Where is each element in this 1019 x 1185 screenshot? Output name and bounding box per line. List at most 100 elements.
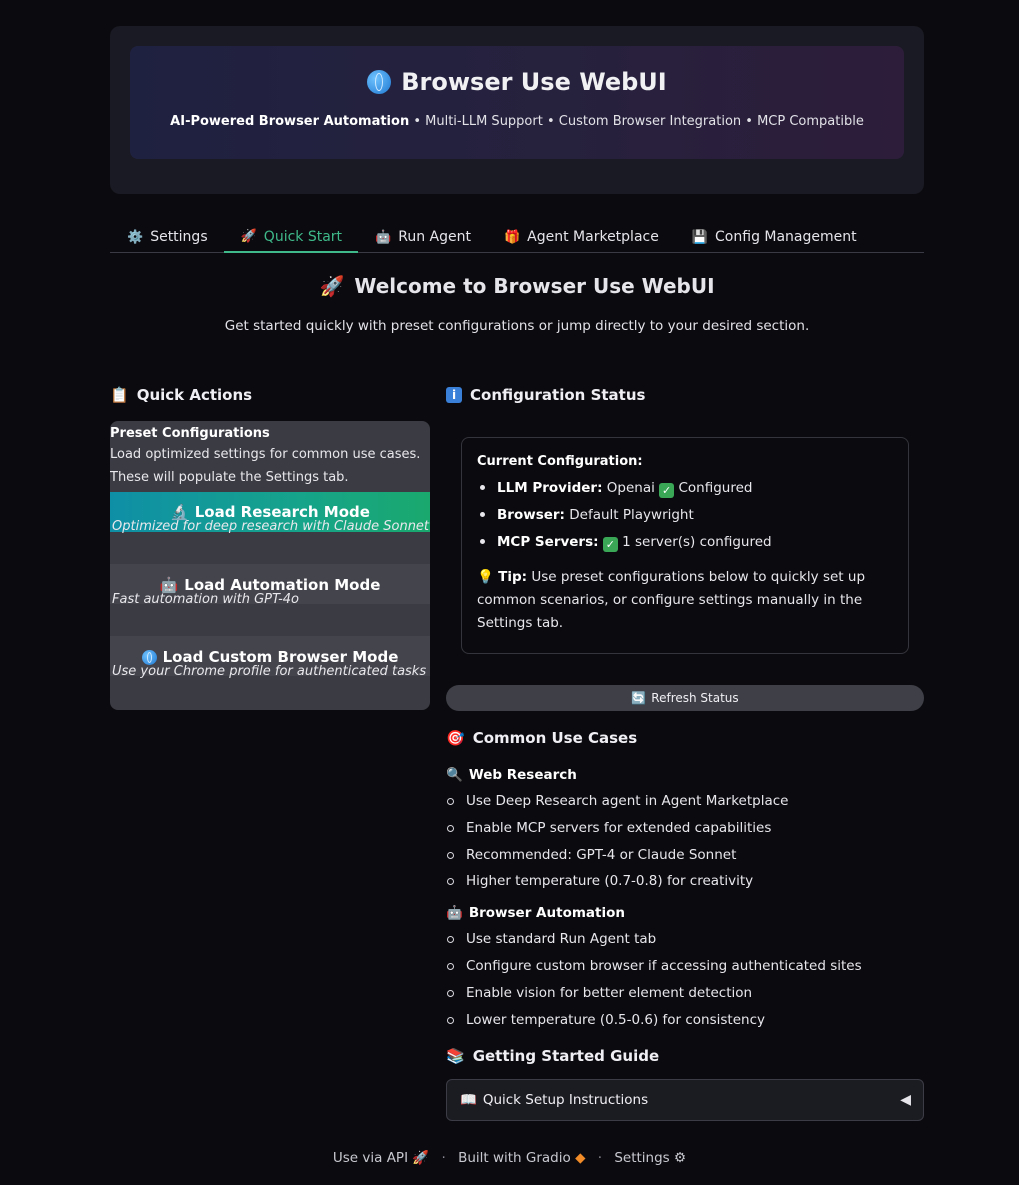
web-research-list: Use Deep Research agent in Agent Marketp… bbox=[446, 788, 924, 895]
books-icon: 📚 bbox=[446, 1047, 465, 1066]
subtitle-bold: AI-Powered Browser Automation bbox=[170, 114, 410, 129]
browser-automation-list: Use standard Run Agent tab Configure cus… bbox=[446, 926, 924, 1033]
tab-label: Run Agent bbox=[398, 229, 471, 245]
button-description: Use your Chrome profile for authenticate… bbox=[112, 664, 427, 679]
list-item: Use Deep Research agent in Agent Marketp… bbox=[446, 788, 924, 815]
list-item: Lower temperature (0.5-0.6) for consiste… bbox=[446, 1007, 924, 1034]
button-description: Optimized for deep research with Claude … bbox=[112, 519, 430, 534]
preset-title: Preset Configurations bbox=[110, 426, 270, 441]
mcp-servers-label: MCP Servers: bbox=[497, 534, 599, 550]
footer-settings-link[interactable]: Settings ⚙ bbox=[614, 1150, 686, 1166]
list-item: Configure custom browser if accessing au… bbox=[446, 953, 924, 980]
gradio-logo-icon: ◆ bbox=[575, 1150, 586, 1166]
llm-status-text: Configured bbox=[678, 480, 753, 496]
footer-api-text: Use via API bbox=[332, 1150, 409, 1166]
lightbulb-icon: 💡 bbox=[477, 569, 494, 585]
config-status-title-text: Configuration Status bbox=[470, 386, 646, 404]
config-status-panel: Current Configuration: LLM Provider: Ope… bbox=[461, 437, 909, 654]
list-item: Use standard Run Agent tab bbox=[446, 926, 924, 953]
refresh-icon: 🔄 bbox=[631, 691, 647, 705]
gear-icon: ⚙ bbox=[674, 1150, 687, 1166]
button-description: Fast automation with GPT-4o bbox=[112, 592, 299, 607]
list-item-llm-provider: LLM Provider: Openai ✓ Configured bbox=[477, 475, 893, 502]
config-status-title: i Configuration Status bbox=[446, 386, 924, 404]
quick-setup-accordion[interactable]: 📖 Quick Setup Instructions ◀ bbox=[446, 1079, 924, 1122]
tab-settings[interactable]: ⚙️ Settings bbox=[110, 222, 224, 252]
status-column: i Configuration Status Current Configura… bbox=[446, 386, 924, 1122]
refresh-status-label: Refresh Status bbox=[651, 691, 739, 705]
load-custom-browser-mode-button[interactable]: Load Custom Browser Mode Use your Chrome… bbox=[110, 636, 430, 679]
button-label: Load Custom Browser Mode bbox=[110, 636, 430, 666]
app-subtitle: AI-Powered Browser Automation • Multi-LL… bbox=[130, 114, 904, 129]
collapse-arrow-icon[interactable]: ◀ bbox=[900, 1092, 911, 1108]
use-via-api-link[interactable]: Use via API 🚀 bbox=[333, 1150, 429, 1166]
footer-separator: · bbox=[597, 1150, 603, 1166]
quick-actions-title: 📋 Quick Actions bbox=[110, 386, 430, 404]
rocket-icon: 🚀 bbox=[319, 274, 345, 298]
tip-text: Use preset configurations below to quick… bbox=[477, 569, 866, 631]
check-icon: ✓ bbox=[659, 483, 675, 498]
tab-label: Settings bbox=[150, 229, 208, 245]
subtitle-rest: • Multi-LLM Support • Custom Browser Int… bbox=[409, 114, 864, 129]
robot-icon: 🤖 bbox=[446, 905, 463, 922]
header-banner: Browser Use WebUI AI-Powered Browser Aut… bbox=[130, 46, 904, 159]
getting-started-title: 📚 Getting Started Guide bbox=[446, 1047, 924, 1065]
built-with-gradio-link[interactable]: Built with Gradio ◆ bbox=[458, 1150, 585, 1166]
clipboard-icon: 📋 bbox=[110, 386, 129, 404]
list-item: Recommended: GPT-4 or Claude Sonnet bbox=[446, 842, 924, 869]
tab-config-management[interactable]: 💾 Config Management bbox=[675, 222, 873, 252]
floppy-disk-icon: 💾 bbox=[691, 229, 709, 245]
tab-run-agent[interactable]: 🤖 Run Agent bbox=[358, 222, 487, 252]
accordion-label: 📖 Quick Setup Instructions bbox=[460, 1092, 648, 1108]
rocket-icon: 🚀 bbox=[412, 1150, 430, 1166]
tab-agent-marketplace[interactable]: 🎁 Agent Marketplace bbox=[487, 222, 675, 252]
config-list: LLM Provider: Openai ✓ Configured Browse… bbox=[477, 475, 893, 556]
llm-provider-label: LLM Provider: bbox=[497, 480, 603, 496]
tab-label: Config Management bbox=[715, 229, 857, 245]
button-label: 🔬 Load Research Mode bbox=[110, 492, 430, 521]
list-item-browser: Browser: Default Playwright bbox=[477, 502, 893, 529]
globe-icon bbox=[141, 649, 157, 665]
refresh-status-button[interactable]: 🔄 Refresh Status bbox=[446, 685, 924, 711]
globe-icon bbox=[367, 70, 392, 94]
web-research-heading: 🔍 Web Research bbox=[446, 767, 924, 783]
preset-description: Load optimized settings for common use c… bbox=[110, 447, 421, 485]
tab-quick-start[interactable]: 🚀 Quick Start bbox=[223, 222, 359, 253]
footer-built-text: Built with Gradio bbox=[458, 1150, 571, 1166]
robot-icon: 🤖 bbox=[375, 229, 392, 245]
footer: Use via API 🚀 · Built with Gradio ◆ · Se… bbox=[0, 1150, 1019, 1166]
load-research-mode-button[interactable]: 🔬 Load Research Mode Optimized for deep … bbox=[110, 492, 430, 534]
target-icon: 🎯 bbox=[446, 729, 465, 747]
gift-icon: 🎁 bbox=[503, 229, 521, 245]
quick-actions-column: 📋 Quick Actions Preset Configurations Lo… bbox=[110, 386, 430, 710]
quick-actions-panel: Preset Configurations Load optimized set… bbox=[110, 421, 430, 710]
llm-provider-value: Openai bbox=[606, 480, 655, 496]
load-automation-mode-button[interactable]: 🤖 Load Automation Mode Fast automation w… bbox=[110, 564, 430, 607]
accordion-label-text: Quick Setup Instructions bbox=[482, 1092, 649, 1109]
rocket-icon: 🚀 bbox=[240, 229, 257, 244]
current-config-label: Current Configuration: bbox=[477, 454, 643, 469]
app-title: Browser Use WebUI bbox=[130, 68, 904, 96]
welcome-section: 🚀 Welcome to Browser Use WebUI Get start… bbox=[110, 274, 924, 334]
list-item-mcp-servers: MCP Servers: ✓ 1 server(s) configured bbox=[477, 529, 893, 556]
tab-label: Quick Start bbox=[263, 228, 343, 245]
app-title-text: Browser Use WebUI bbox=[401, 68, 667, 96]
use-cases-title-text: Common Use Cases bbox=[472, 729, 638, 747]
tab-label: Agent Marketplace bbox=[527, 229, 659, 245]
magnifier-icon: 🔍 bbox=[446, 767, 463, 783]
footer-settings-text: Settings bbox=[614, 1150, 670, 1166]
browser-automation-title: Browser Automation bbox=[468, 905, 625, 922]
check-icon: ✓ bbox=[602, 537, 618, 552]
browser-automation-heading: 🤖 Browser Automation bbox=[446, 905, 924, 921]
use-cases-section: 🎯 Common Use Cases 🔍 Web Research Use De… bbox=[446, 729, 924, 1122]
web-research-title: Web Research bbox=[468, 767, 577, 783]
footer-separator: · bbox=[441, 1150, 446, 1166]
welcome-title-text: Welcome to Browser Use WebUI bbox=[354, 274, 715, 298]
button-label: 🤖 Load Automation Mode bbox=[110, 564, 430, 594]
browser-label: Browser: bbox=[497, 507, 565, 523]
tab-bar: ⚙️ Settings 🚀 Quick Start 🤖 Run Agent 🎁 … bbox=[110, 222, 924, 253]
welcome-title: 🚀 Welcome to Browser Use WebUI bbox=[110, 274, 924, 298]
tip-label: Tip: bbox=[498, 569, 528, 585]
welcome-subtitle: Get started quickly with preset configur… bbox=[224, 318, 810, 334]
list-item: Enable vision for better element detecti… bbox=[446, 980, 924, 1007]
